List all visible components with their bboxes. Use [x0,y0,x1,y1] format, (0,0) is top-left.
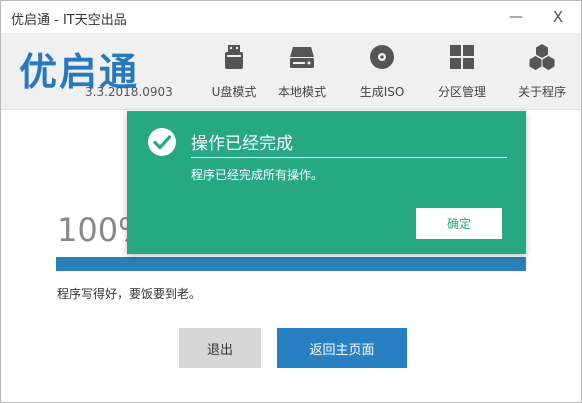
about-cubes-icon [529,44,555,70]
return-home-button[interactable]: 返回主页面 [277,328,407,368]
dialog-divider [191,157,507,158]
exit-button[interactable]: 退出 [179,328,261,368]
nav-about[interactable]: 关于程序 [503,33,581,109]
header-bar: 优启通 3.3.2018.0903 U盘模式 本地模式 生成ISO 分区管理 关… [1,33,581,110]
version-label: 3.3.2018.0903 [85,85,173,99]
nav-create-iso-label: 生成ISO [359,85,405,99]
nav-partition-manager-label: 分区管理 [437,85,486,99]
completion-dialog: 操作已经完成 程序已经完成所有操作。 确定 [127,111,526,254]
nav-partition-manager[interactable]: 分区管理 [423,33,501,109]
nav-usb-mode[interactable]: U盘模式 [195,33,273,109]
dialog-title: 操作已经完成 [191,134,293,154]
partition-grid-icon [450,45,474,69]
nav-local-mode[interactable]: 本地模式 [263,33,341,109]
disc-icon [370,45,394,69]
dialog-ok-button[interactable]: 确定 [416,208,502,239]
window-title: 优启通 - IT天空出品 [11,13,127,28]
nav-usb-mode-label: U盘模式 [211,85,257,99]
hard-drive-icon [290,47,314,68]
close-button[interactable]: X [541,5,575,29]
status-message: 程序写得好，要饭要到老。 [57,287,202,301]
progress-bar-fill [56,257,526,271]
check-circle-icon [148,128,176,156]
usb-drive-icon [225,45,243,69]
dialog-message: 程序已经完成所有操作。 [191,168,324,182]
nav-about-label: 关于程序 [517,85,566,99]
minimize-button[interactable]: — [499,5,533,29]
app-window: 优启通 - IT天空出品 — X 优启通 3.3.2018.0903 U盘模式 [0,0,582,403]
nav-local-mode-label: 本地模式 [277,85,326,99]
progress-bar [56,257,526,271]
nav-create-iso[interactable]: 生成ISO [343,33,421,109]
title-bar: 优启通 - IT天空出品 — X [1,1,581,33]
